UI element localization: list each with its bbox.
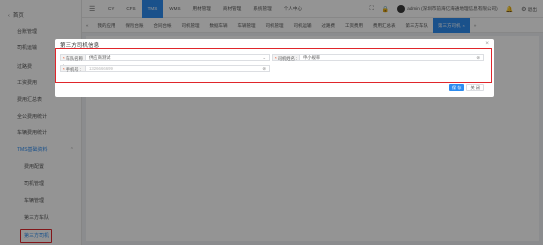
clear-icon[interactable]: ⊗ <box>476 55 480 60</box>
phone-value: 1326666699 <box>89 66 113 71</box>
required-icon: * <box>63 67 65 72</box>
save-button[interactable]: 保 存 <box>448 84 465 91</box>
clear-icon[interactable]: ⊗ <box>262 66 266 71</box>
driver-name-label: *司机姓名 : <box>272 54 299 61</box>
required-icon: * <box>63 56 65 61</box>
close-button[interactable]: 关 闭 <box>466 84 484 91</box>
close-icon[interactable]: × <box>485 40 489 47</box>
fleet-name-value: 供应商测试 <box>89 55 111 60</box>
phone-label: *手机号 : <box>60 65 85 72</box>
dialog-footer: 保 存 关 闭 <box>448 84 484 91</box>
phone-label-text: 手机号 : <box>65 67 81 72</box>
driver-name-input[interactable]: 申小规率 ⊗ <box>299 54 484 61</box>
third-party-driver-dialog: 第三方司机信息 × *车队名称 : 供应商测试⌄ *司机姓名 : 申小规率⊗ *… <box>55 39 494 97</box>
required-icon: * <box>275 56 277 61</box>
fleet-name-label: *车队名称 : <box>60 54 85 68</box>
modal-overlay[interactable] <box>0 0 543 245</box>
driver-form: *车队名称 : 供应商测试⌄ *司机姓名 : 申小规率⊗ *手机号 : 1326… <box>55 48 492 83</box>
driver-name-label-text: 司机姓名 : <box>277 56 298 61</box>
driver-name-value: 申小规率 <box>303 55 321 60</box>
chevron-down-icon: ⌄ <box>262 55 266 60</box>
phone-input[interactable]: 1326666699 ⊗ <box>85 65 270 72</box>
fleet-name-select[interactable]: 供应商测试 ⌄ <box>85 54 270 61</box>
